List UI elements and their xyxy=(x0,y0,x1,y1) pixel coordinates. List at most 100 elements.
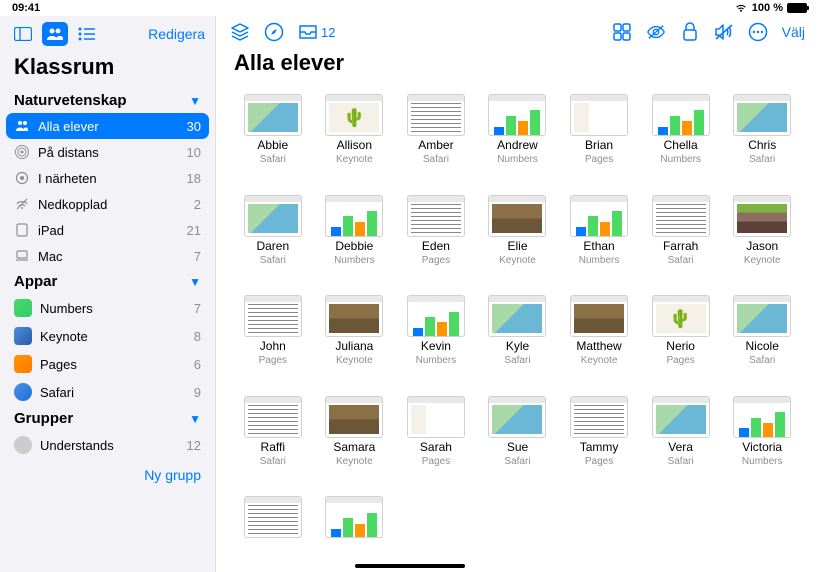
student-card[interactable]: SamaraKeynote xyxy=(316,396,394,489)
student-card[interactable]: VictoriaNumbers xyxy=(723,396,801,489)
keynote-app-icon xyxy=(14,327,32,345)
student-app: Pages xyxy=(585,456,613,467)
student-app: Numbers xyxy=(497,154,538,165)
section-header[interactable]: Appar ▼ xyxy=(0,269,215,294)
student-thumbnail xyxy=(325,396,383,438)
section-header[interactable]: Naturvetenskap▼ xyxy=(0,88,215,113)
sidebar-item-pages[interactable]: Pages6 xyxy=(0,350,215,378)
student-card[interactable]: NerioPages xyxy=(642,295,720,388)
home-indicator[interactable] xyxy=(355,564,465,568)
item-count: 7 xyxy=(194,301,201,316)
student-name: Allison xyxy=(337,138,372,152)
edit-button[interactable]: Redigera xyxy=(148,26,205,42)
sidebar-item-ipad[interactable]: iPad21 xyxy=(0,217,215,243)
student-app: Numbers xyxy=(416,355,457,366)
student-name: Eden xyxy=(422,239,450,253)
student-name: Jason xyxy=(746,239,778,253)
safari-app-icon xyxy=(14,383,32,401)
student-thumbnail xyxy=(488,94,546,136)
sidebar-item-keynote[interactable]: Keynote8 xyxy=(0,322,215,350)
sidebar-item-alla-elever[interactable]: Alla elever30 xyxy=(6,113,209,139)
student-card[interactable]: TammyPages xyxy=(560,396,638,489)
lock-button[interactable] xyxy=(680,22,700,42)
compass-button[interactable] xyxy=(264,22,284,42)
student-card[interactable]: ChrisSafari xyxy=(723,94,801,187)
student-card[interactable]: MatthewKeynote xyxy=(560,295,638,388)
student-app: Pages xyxy=(666,355,694,366)
student-card[interactable]: ElieKeynote xyxy=(479,195,557,288)
student-card[interactable] xyxy=(316,496,394,564)
sidebar-item-på-distans[interactable]: På distans10 xyxy=(0,139,215,165)
student-app: Numbers xyxy=(579,255,620,266)
student-card[interactable]: AndrewNumbers xyxy=(479,94,557,187)
student-app: Numbers xyxy=(660,154,701,165)
student-card[interactable]: RaffiSafari xyxy=(234,396,312,489)
student-card[interactable]: DarenSafari xyxy=(234,195,312,288)
student-card[interactable]: Eden Pages xyxy=(397,195,475,288)
grid-view-button[interactable] xyxy=(612,22,632,42)
student-card[interactable]: KyleSafari xyxy=(479,295,557,388)
section-header[interactable]: Grupper▼ xyxy=(0,406,215,431)
student-app: Safari xyxy=(668,255,694,266)
student-card[interactable]: SarahPages xyxy=(397,396,475,489)
student-card[interactable] xyxy=(234,496,312,564)
student-name: Kevin xyxy=(421,339,451,353)
sidebar-item-label: iPad xyxy=(38,223,64,238)
chevron-down-icon: ▼ xyxy=(189,275,201,289)
sidebar-item-label: Safari xyxy=(40,385,74,400)
student-card[interactable]: VeraSafari xyxy=(642,396,720,489)
sidebar-item-numbers[interactable]: Numbers7 xyxy=(0,294,215,322)
student-app: Pages xyxy=(422,255,450,266)
page-title: Alla elever xyxy=(216,48,819,86)
sidebar-item-safari[interactable]: Safari9 xyxy=(0,378,215,406)
student-card[interactable]: BrianPages xyxy=(560,94,638,187)
sidebar-item-label: På distans xyxy=(38,145,99,160)
student-thumbnail xyxy=(652,195,710,237)
student-thumbnail xyxy=(325,195,383,237)
student-card[interactable]: AbbieSafari xyxy=(234,94,312,187)
student-card[interactable]: NicoleSafari xyxy=(723,295,801,388)
student-card[interactable]: DebbieNumbers xyxy=(316,195,394,288)
student-card[interactable]: AllisonKeynote xyxy=(316,94,394,187)
student-card[interactable]: FarrahSafari xyxy=(642,195,720,288)
item-count: 30 xyxy=(187,119,201,134)
student-app: Numbers xyxy=(334,255,375,266)
sidebar-item-i-närheten[interactable]: I närheten18 xyxy=(0,165,215,191)
student-card[interactable]: EthanNumbers xyxy=(560,195,638,288)
people-view-button[interactable] xyxy=(42,22,68,46)
inbox-button[interactable]: 12 xyxy=(298,24,335,40)
student-thumbnail xyxy=(244,94,302,136)
layers-button[interactable] xyxy=(230,22,250,42)
sidebar-item-mac[interactable]: Mac7 xyxy=(0,243,215,269)
student-thumbnail xyxy=(733,94,791,136)
student-card[interactable]: Kevin Numbers xyxy=(397,295,475,388)
new-group-button[interactable]: Ny grupp xyxy=(0,459,215,491)
student-card[interactable]: JohnPages xyxy=(234,295,312,388)
hide-button[interactable] xyxy=(646,22,666,42)
student-card[interactable]: ChellaNumbers xyxy=(642,94,720,187)
student-thumbnail xyxy=(733,396,791,438)
item-count: 7 xyxy=(194,249,201,264)
student-card[interactable]: JulianaKeynote xyxy=(316,295,394,388)
mute-button[interactable] xyxy=(714,22,734,42)
more-button[interactable] xyxy=(748,22,768,42)
sidebar-toggle-button[interactable] xyxy=(10,22,36,46)
student-thumbnail xyxy=(652,295,710,337)
student-thumbnail xyxy=(325,295,383,337)
student-name: Amber xyxy=(418,138,453,152)
chevron-down-icon: ▼ xyxy=(189,94,201,108)
student-card[interactable]: SueSafari xyxy=(479,396,557,489)
student-card[interactable]: JasonKeynote xyxy=(723,195,801,288)
sidebar-item-understands[interactable]: Understands12 xyxy=(0,431,215,459)
select-button[interactable]: Välj xyxy=(782,24,805,40)
section-title: Appar xyxy=(14,273,57,290)
student-thumbnail xyxy=(488,295,546,337)
item-count: 6 xyxy=(194,357,201,372)
student-app: Pages xyxy=(259,355,287,366)
student-card[interactable]: AmberSafari xyxy=(397,94,475,187)
inbox-count: 12 xyxy=(321,25,335,40)
sidebar-item-nedkopplad[interactable]: Nedkopplad2 xyxy=(0,191,215,217)
student-app: Safari xyxy=(260,154,286,165)
student-thumbnail xyxy=(488,195,546,237)
list-view-button[interactable] xyxy=(74,22,100,46)
